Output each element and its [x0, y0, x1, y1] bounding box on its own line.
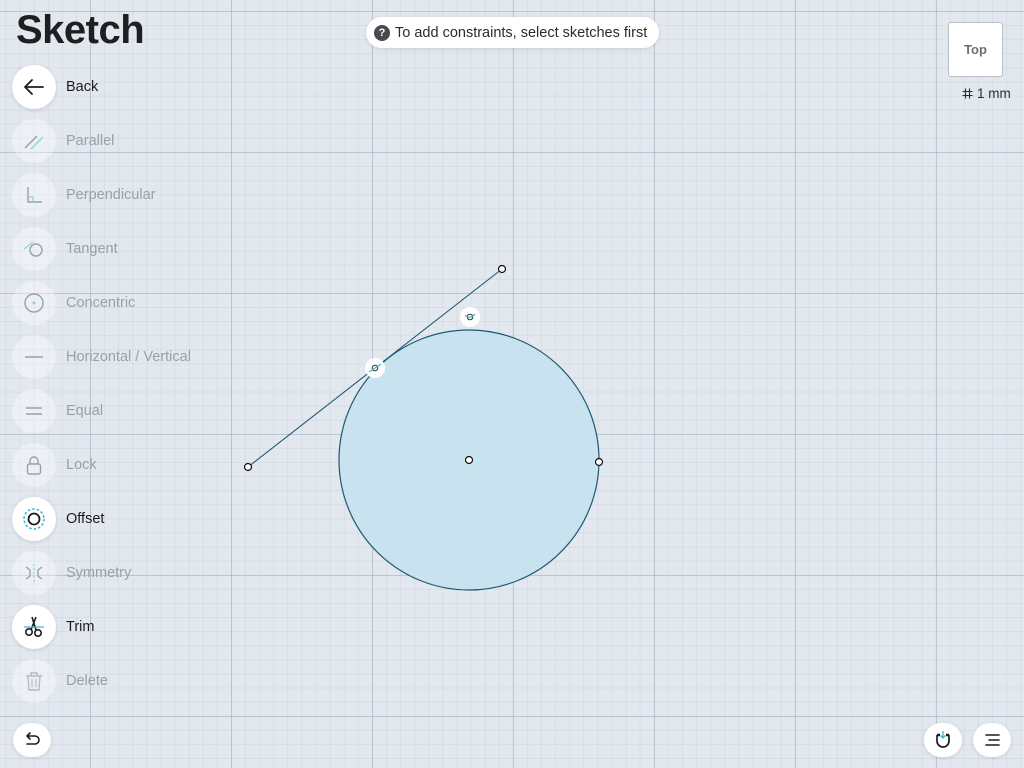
offset-icon [12, 497, 56, 541]
symmetry-button[interactable]: Symmetry [12, 551, 232, 595]
horizontal-line-icon [12, 335, 56, 379]
concentric-label: Concentric [66, 295, 136, 311]
perpendicular-label: Perpendicular [66, 187, 156, 203]
back-button[interactable]: Back [12, 65, 232, 109]
sketch-drawing[interactable] [0, 0, 1024, 768]
tangent-label: Tangent [66, 241, 118, 257]
parallel-button[interactable]: Parallel [12, 119, 232, 163]
grid-hash-icon [962, 88, 973, 99]
magnet-icon [936, 731, 950, 748]
grid-size-label: 1 mm [977, 86, 1011, 101]
equal-icon [12, 389, 56, 433]
line-endpoint-end[interactable] [497, 264, 507, 274]
scissors-icon [12, 605, 56, 649]
perpendicular-icon [12, 173, 56, 217]
lock-label: Lock [66, 457, 97, 473]
symmetry-label: Symmetry [66, 565, 132, 581]
delete-button[interactable]: Delete [12, 659, 232, 703]
delete-label: Delete [66, 673, 108, 689]
offset-label: Offset [66, 511, 105, 527]
page-title: Sketch [16, 8, 145, 52]
lock-button[interactable]: Lock [12, 443, 232, 487]
hint-text: To add constraints, select sketches firs… [395, 24, 648, 41]
circle-top-marker[interactable] [460, 307, 480, 327]
back-label: Back [66, 79, 99, 95]
tangent-button[interactable]: Tangent [12, 227, 232, 271]
symmetry-icon [12, 551, 56, 595]
undo-icon [26, 732, 40, 745]
horizontal-vertical-button[interactable]: Horizontal / Vertical [12, 335, 232, 379]
tangent-icon [12, 227, 56, 271]
parallel-icon [12, 119, 56, 163]
view-cube-top[interactable]: Top [948, 22, 1003, 77]
lock-icon [12, 443, 56, 487]
view-cube-label: Top [964, 42, 987, 57]
circle-edge-point[interactable] [594, 457, 604, 467]
constraint-hint-banner: ? To add constraints, select sketches fi… [366, 17, 660, 48]
grid-size-indicator: 1 mm [962, 86, 1011, 101]
offset-button[interactable]: Offset [12, 497, 232, 541]
trim-button[interactable]: Trim [12, 605, 232, 649]
sketch-canvas[interactable]: Sketch ? To add constraints, select sket… [0, 0, 1024, 768]
concentric-button[interactable]: Concentric [12, 281, 232, 325]
concentric-icon [12, 281, 56, 325]
line-endpoint-start[interactable] [243, 462, 253, 472]
perpendicular-button[interactable]: Perpendicular [12, 173, 232, 217]
trash-icon [12, 659, 56, 703]
menu-button[interactable] [973, 723, 1011, 757]
snap-button[interactable] [924, 723, 962, 757]
arrow-left-icon [12, 65, 56, 109]
trim-label: Trim [66, 619, 95, 635]
undo-button[interactable] [13, 723, 51, 757]
equal-label: Equal [66, 403, 104, 419]
circle-center-point[interactable] [464, 455, 474, 465]
menu-lines-icon [985, 734, 1000, 746]
equal-button[interactable]: Equal [12, 389, 232, 433]
tangent-constraint-marker[interactable] [365, 358, 385, 378]
parallel-label: Parallel [66, 133, 115, 149]
help-icon: ? [374, 24, 390, 41]
horizontal-vertical-label: Horizontal / Vertical [66, 349, 191, 365]
